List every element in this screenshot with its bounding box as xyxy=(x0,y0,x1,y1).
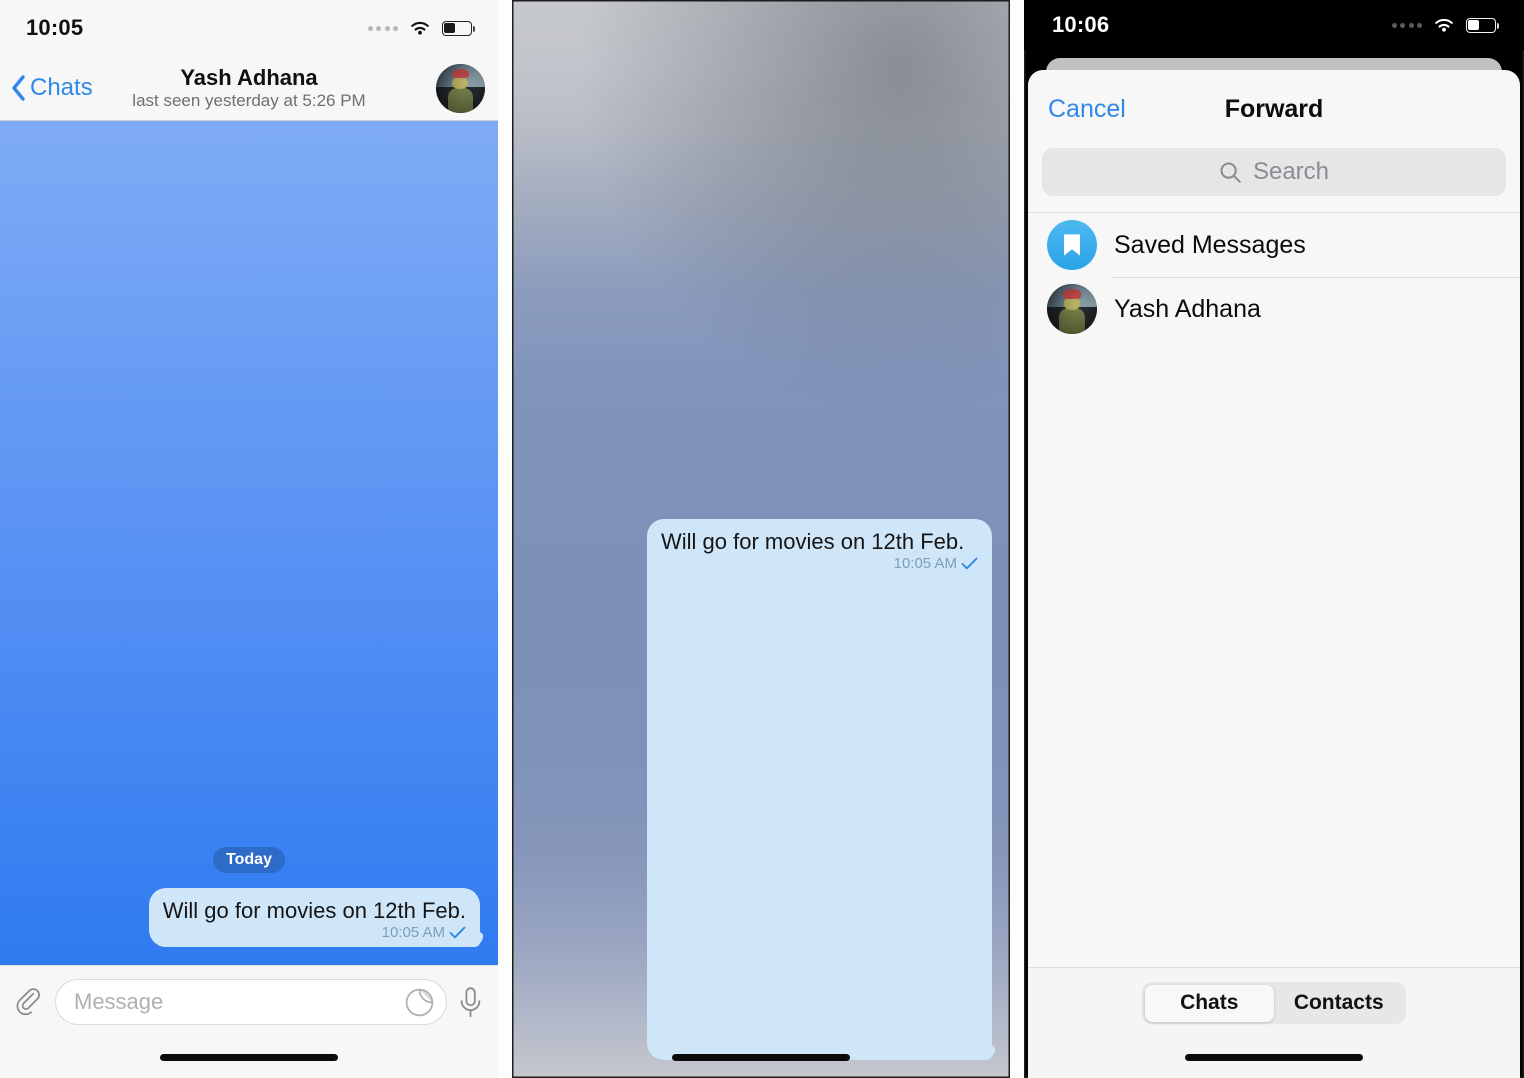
list-item-label: Saved Messages xyxy=(1114,230,1306,259)
chat-background: Today Will go for movies on 12th Feb. 10… xyxy=(0,121,498,965)
search-icon xyxy=(1220,162,1241,183)
signal-dots-icon xyxy=(1391,22,1422,28)
phone-panel-forward-sheet: 10:06 Cancel Forward Search Saved Messag… xyxy=(1024,0,1524,1078)
message-input-placeholder: Message xyxy=(74,989,164,1014)
outgoing-message-bubble[interactable]: Will go for movies on 12th Feb. 10:05 AM xyxy=(148,888,484,947)
list-item-yash-adhana[interactable]: Yash Adhana xyxy=(1028,277,1520,341)
search-input[interactable]: Search xyxy=(1042,148,1506,196)
message-input-field[interactable]: Message xyxy=(55,979,447,1025)
screenshot-stage: 10:05 Chats Yash Adhana last seen yester… xyxy=(0,0,1524,1078)
day-separator-chip: Today xyxy=(213,847,285,873)
status-bar-indicators xyxy=(367,19,475,37)
single-check-icon xyxy=(449,926,466,939)
message-text: Will go for movies on 12th Feb. xyxy=(162,898,466,923)
wifi-icon xyxy=(1435,18,1453,32)
home-indicator xyxy=(672,1054,850,1061)
phone-panel-chat: 10:05 Chats Yash Adhana last seen yester… xyxy=(0,0,498,1078)
home-indicator xyxy=(1185,1054,1363,1061)
bubble-tail-icon xyxy=(985,1043,996,1060)
message-meta: 10:05 AM xyxy=(163,924,466,941)
tab-chats[interactable]: Chats xyxy=(1144,984,1274,1022)
message-time: 10:05 AM xyxy=(893,555,957,572)
sheet-bottom-bar: Chats Contacts xyxy=(1028,967,1520,1078)
contact-avatar[interactable] xyxy=(436,64,485,113)
status-bar: 10:05 xyxy=(0,0,498,56)
status-bar-time: 10:05 xyxy=(26,15,84,40)
list-item-saved-messages[interactable]: Saved Messages xyxy=(1028,213,1520,277)
home-indicator xyxy=(160,1054,338,1061)
contact-avatar xyxy=(1047,284,1097,334)
message-input-bar: Message xyxy=(0,965,498,1078)
message-meta: 10:05 AM xyxy=(661,555,978,572)
chat-nav-bar: Chats Yash Adhana last seen yesterday at… xyxy=(0,56,498,121)
avatar-image xyxy=(436,64,485,113)
signal-dots-icon xyxy=(367,25,398,31)
list-item-label: Yash Adhana xyxy=(1114,294,1261,323)
status-bar-indicators xyxy=(1391,16,1499,34)
outgoing-message-bubble-focused[interactable]: Will go for movies on 12th Feb. 10:05 AM xyxy=(647,519,996,1060)
back-to-chats-button[interactable]: Chats xyxy=(0,74,93,102)
search-area: Search xyxy=(1028,148,1520,212)
bookmark-icon xyxy=(1064,234,1080,256)
segmented-control: Chats Contacts xyxy=(1142,982,1406,1024)
tab-contacts[interactable]: Contacts xyxy=(1274,985,1404,1022)
message-time: 10:05 AM xyxy=(381,924,445,941)
message-text: Will go for movies on 12th Feb. xyxy=(661,529,965,554)
battery-icon xyxy=(442,20,475,36)
phone-panel-context-menu: Will go for movies on 12th Feb. 10:05 AM… xyxy=(512,0,1010,1078)
sticker-icon[interactable] xyxy=(405,988,434,1017)
paperclip-icon[interactable] xyxy=(14,987,45,1018)
wifi-icon xyxy=(411,21,429,35)
avatar-image xyxy=(1047,284,1097,334)
chevron-left-icon xyxy=(12,75,25,101)
forward-sheet-nav: Cancel Forward xyxy=(1028,70,1520,148)
cancel-button[interactable]: Cancel xyxy=(1048,95,1126,124)
saved-messages-avatar xyxy=(1047,220,1097,270)
bubble-tail-icon xyxy=(473,930,484,947)
back-label: Chats xyxy=(30,74,93,101)
status-bar: 10:06 xyxy=(1024,0,1524,50)
search-placeholder: Search xyxy=(1252,158,1330,185)
status-bar-time: 10:06 xyxy=(1052,12,1110,37)
forward-target-list: Saved Messages Yash Adhana xyxy=(1028,212,1520,341)
single-check-icon xyxy=(961,557,978,570)
microphone-icon[interactable] xyxy=(457,986,484,1019)
battery-icon xyxy=(1466,17,1499,33)
forward-sheet: Cancel Forward Search Saved Messages Yas… xyxy=(1028,70,1520,1078)
